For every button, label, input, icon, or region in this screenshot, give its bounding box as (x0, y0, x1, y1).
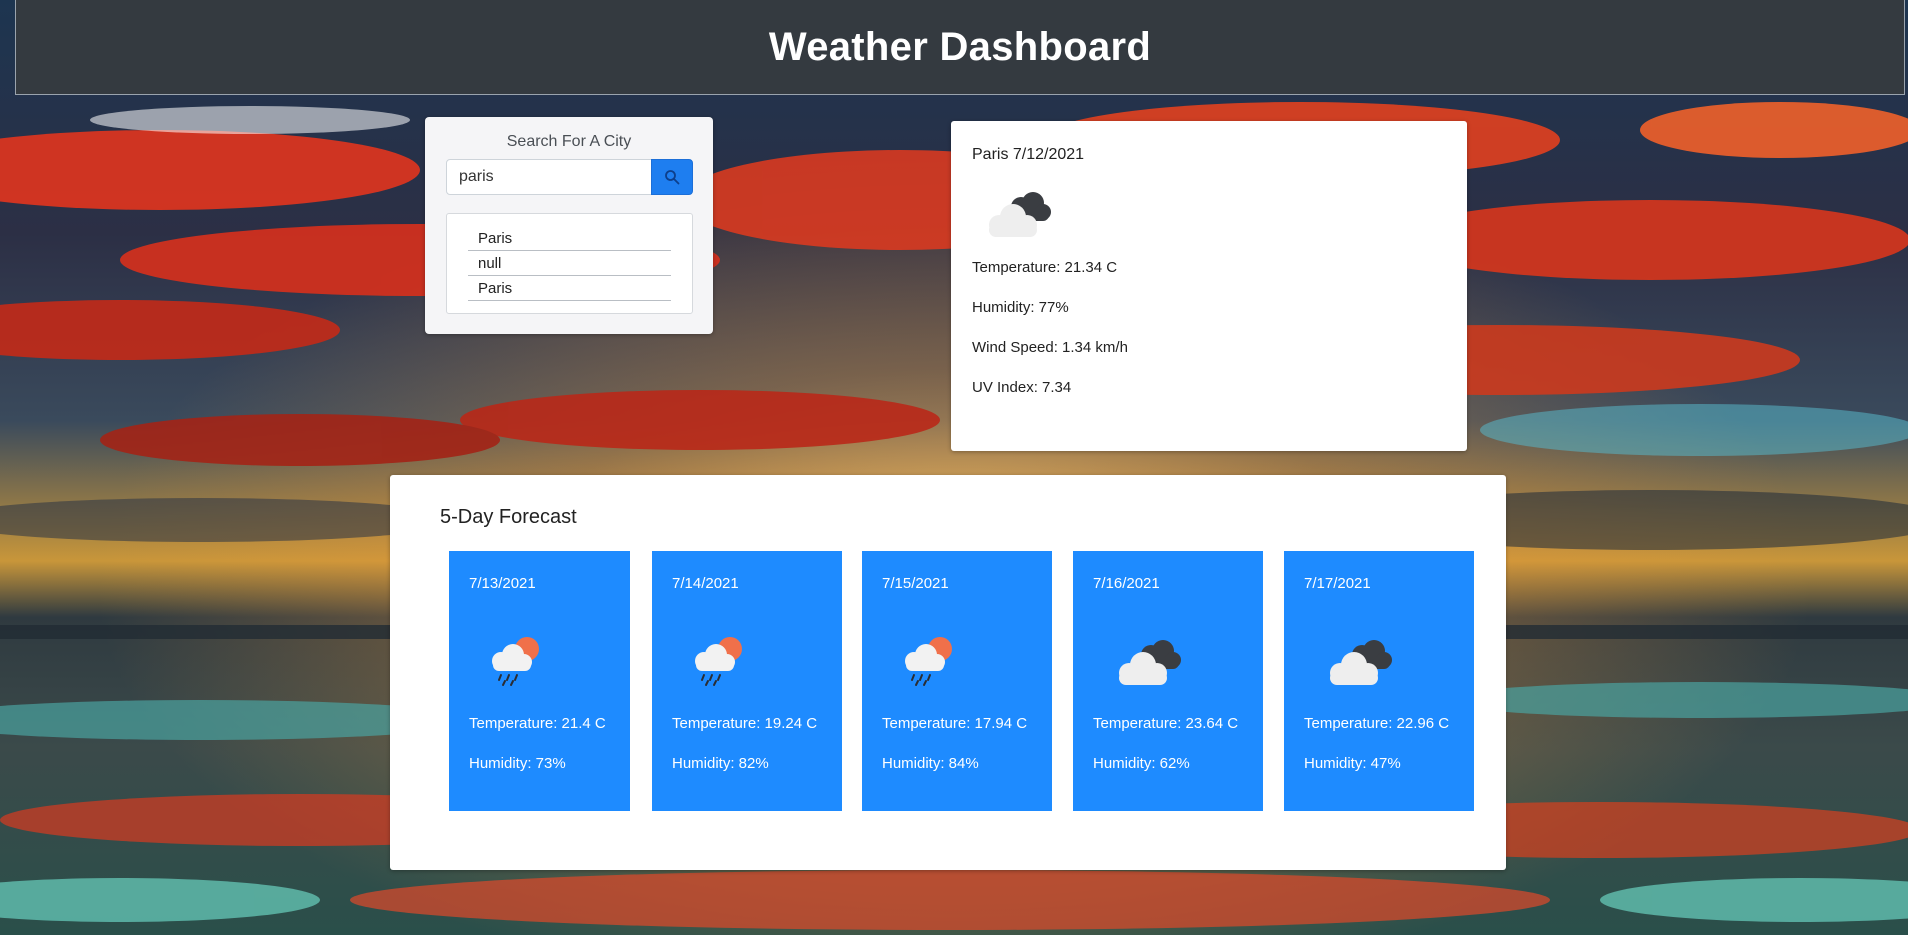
forecast-date: 7/13/2021 (469, 575, 536, 592)
forecast-date: 7/15/2021 (882, 575, 949, 592)
forecast-date: 7/17/2021 (1304, 575, 1371, 592)
broken-clouds-icon (1119, 640, 1181, 685)
forecast-humidity: Humidity: 84% (882, 755, 979, 772)
current-uv-index: UV Index: 7.34 (972, 379, 1072, 396)
forecast-title: 5-Day Forecast (440, 506, 577, 528)
current-humidity: Humidity: 77% (972, 299, 1069, 316)
history-item[interactable]: Paris (468, 226, 671, 251)
current-temperature: Temperature: 21.34 C (972, 259, 1118, 276)
forecast-humidity: Humidity: 73% (469, 755, 566, 772)
history-item[interactable]: null (468, 251, 671, 276)
forecast-day-card: 7/16/2021 Temperature: 23.64 C Humidity:… (1073, 551, 1263, 811)
page-title: Weather Dashboard (768, 24, 1152, 69)
search-button[interactable] (651, 159, 693, 195)
search-icon (665, 170, 680, 185)
forecast-temperature: Temperature: 19.24 C (672, 715, 818, 732)
search-panel: Search For A City Paris null Paris (425, 117, 713, 334)
city-search-input[interactable] (446, 159, 652, 195)
forecast-temperature: Temperature: 21.4 C (469, 715, 606, 732)
search-history: Paris null Paris (446, 213, 693, 314)
broken-clouds-icon (989, 192, 1051, 237)
forecast-panel: 5-Day Forecast 7/13/2021 Temperature: 21… (390, 475, 1506, 870)
forecast-day-card: 7/17/2021 Temperature: 22.96 C Humidity:… (1284, 551, 1474, 811)
current-city-date: Paris 7/12/2021 (972, 146, 1085, 163)
forecast-date: 7/16/2021 (1093, 575, 1160, 592)
forecast-temperature: Temperature: 17.94 C (882, 715, 1028, 732)
forecast-humidity: Humidity: 47% (1304, 755, 1401, 772)
current-weather-card: Paris 7/12/2021 Temperature: 21.34 C Hum… (951, 121, 1467, 451)
forecast-date: 7/14/2021 (672, 575, 739, 592)
current-wind-speed: Wind Speed: 1.34 km/h (972, 339, 1128, 356)
history-item[interactable]: Paris (468, 276, 671, 301)
forecast-humidity: Humidity: 82% (672, 755, 769, 772)
rain-sun-icon (695, 637, 742, 686)
search-title: Search For A City (506, 133, 632, 150)
broken-clouds-icon (1330, 640, 1392, 685)
forecast-temperature: Temperature: 22.96 C (1304, 715, 1450, 732)
forecast-day-card: 7/13/2021 Temperature: 21.4 C Humidity: … (449, 551, 630, 811)
forecast-humidity: Humidity: 62% (1093, 755, 1190, 772)
rain-sun-icon (492, 637, 539, 686)
rain-sun-icon (905, 637, 952, 686)
forecast-day-card: 7/15/2021 Temperature: 17.94 C Humidity:… (862, 551, 1052, 811)
header-bar: Weather Dashboard (15, 0, 1905, 95)
forecast-day-card: 7/14/2021 Temperature: 19.24 C Humidity:… (652, 551, 842, 811)
forecast-temperature: Temperature: 23.64 C (1093, 715, 1239, 732)
